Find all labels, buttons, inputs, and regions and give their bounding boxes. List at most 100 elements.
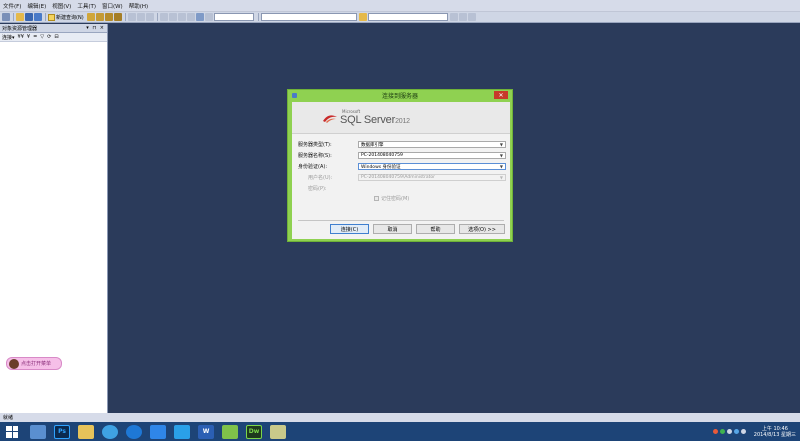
- properties-icon[interactable]: [449, 13, 458, 21]
- paste-icon[interactable]: [145, 13, 154, 21]
- navigate-forward-icon[interactable]: [186, 13, 195, 21]
- start-debug-icon[interactable]: [204, 13, 213, 21]
- toolbox-icon[interactable]: [458, 13, 467, 21]
- new-query-button[interactable]: 新建查询(N): [48, 13, 84, 21]
- file-explorer-icon[interactable]: [30, 424, 46, 439]
- auth-select[interactable]: Windows 身份验证 ▼: [358, 163, 506, 170]
- clock-date: 2014/8/13 星期三: [753, 431, 796, 438]
- connect-button[interactable]: 连接(C): [330, 224, 369, 234]
- filter-icon[interactable]: ▽: [40, 34, 44, 40]
- menu-window[interactable]: 窗口(W): [102, 2, 123, 10]
- new-project-icon[interactable]: [2, 13, 10, 21]
- navigate-back-icon[interactable]: [177, 13, 186, 21]
- tray-flag-icon[interactable]: [726, 429, 732, 434]
- redo-icon[interactable]: [168, 13, 177, 21]
- refresh-icon[interactable]: ⟳: [47, 34, 51, 40]
- save-icon[interactable]: [25, 13, 33, 21]
- toolbar-separator: [257, 13, 259, 21]
- menu-bar: 文件(F) 编辑(E) 视图(V) 工具(T) 窗口(W) 帮助(H): [0, 0, 800, 12]
- password-label: 密码(P):: [308, 186, 327, 192]
- options-button[interactable]: 选项(O) >>: [459, 224, 505, 234]
- cancel-button[interactable]: 取消: [373, 224, 412, 234]
- username-row: 用户名(U): PC-201408040759\Administrator ▼: [298, 173, 506, 182]
- dialog-body: Microsoft SQL Server2012 服务器类型(T): 数据库引擎…: [292, 102, 510, 239]
- stop-icon[interactable]: =: [33, 34, 37, 40]
- password-row: 密码(P):: [298, 184, 506, 193]
- server-name-row: 服务器名称(S): PC-201408040759 ▼: [298, 151, 506, 160]
- panel-controls[interactable]: ▾ ⊓ ×: [86, 25, 105, 31]
- copy-icon[interactable]: [136, 13, 145, 21]
- folder-icon[interactable]: [78, 424, 94, 439]
- server-name-combo[interactable]: PC-201408040759 ▼: [358, 152, 506, 159]
- open-file-icon[interactable]: [16, 13, 24, 21]
- db-query-icon[interactable]: [86, 13, 95, 21]
- product-version: 2012: [395, 118, 410, 125]
- button-divider: [298, 220, 504, 221]
- network-icon[interactable]: [733, 429, 739, 434]
- app-blue-icon[interactable]: [150, 424, 166, 439]
- product-label: SQL Server: [340, 114, 396, 126]
- chevron-down-icon: ▼: [499, 153, 503, 158]
- taskbar: Ps W Dw 上午 10:46 2014/8/13 星期三: [0, 422, 800, 441]
- settings-icon[interactable]: [222, 424, 238, 439]
- username-label: 用户名(U):: [308, 175, 333, 181]
- qq-icon[interactable]: [174, 424, 190, 439]
- remember-password-label: 记住密码(M): [381, 196, 410, 202]
- solution-config-combo[interactable]: [213, 13, 254, 21]
- tray-app-icon[interactable]: [712, 429, 718, 434]
- server-type-select[interactable]: 数据库引擎 ▼: [358, 141, 506, 148]
- tool-icon[interactable]: [270, 424, 286, 439]
- status-text: 就绪: [3, 415, 14, 421]
- word-icon[interactable]: W: [198, 424, 214, 439]
- menu-file[interactable]: 文件(F): [3, 2, 21, 10]
- auth-value: Windows 身份验证: [361, 164, 401, 170]
- remember-password-option[interactable]: 记住密码(M): [374, 195, 506, 202]
- menu-tools[interactable]: 工具(T): [77, 2, 96, 10]
- username-combo[interactable]: PC-201408040759\Administrator ▼: [358, 174, 506, 181]
- toolbar-separator: [156, 13, 158, 21]
- undo-icon[interactable]: [159, 13, 168, 21]
- connect-dropdown[interactable]: 连接▾: [2, 34, 15, 41]
- windows-start-icon[interactable]: [6, 425, 18, 438]
- volume-icon[interactable]: [740, 429, 746, 434]
- browser-icon[interactable]: [102, 424, 118, 439]
- photoshop-icon[interactable]: Ps: [54, 424, 70, 439]
- find-combo[interactable]: [260, 13, 357, 21]
- object-explorer-panel: 对象资源管理器 ▾ ⊓ × 连接▾ ¥¥ ¥ = ▽ ⟳ ⊟: [0, 24, 108, 413]
- pet-text: 点击打开菜单: [21, 361, 52, 367]
- toolbar-separator: [13, 13, 14, 21]
- system-clock[interactable]: 上午 10:46 2014/8/13 星期三: [754, 426, 796, 438]
- help-button[interactable]: 帮助: [416, 224, 455, 234]
- chevron-down-icon: ▼: [499, 175, 503, 180]
- product-name: SQL Server2012: [340, 114, 410, 126]
- mdx-query-icon[interactable]: [104, 13, 113, 21]
- object-explorer-title: 对象资源管理器: [2, 25, 38, 32]
- dialog-title: 连接到服务器: [381, 93, 418, 100]
- menu-view[interactable]: 视图(V): [52, 2, 71, 10]
- disconnect-icon[interactable]: ¥: [27, 34, 30, 40]
- sql-server-swoosh-icon: [323, 114, 337, 123]
- debug-icon[interactable]: [195, 13, 204, 21]
- find-icon[interactable]: [358, 13, 367, 21]
- search-combo[interactable]: [367, 13, 448, 21]
- auth-label: 身份验证(A):: [298, 164, 328, 170]
- server-type-row: 服务器类型(T): 数据库引擎 ▼: [298, 140, 506, 149]
- collapse-icon[interactable]: ⊟: [54, 34, 58, 40]
- object-explorer-toolbar: 连接▾ ¥¥ ¥ = ▽ ⟳ ⊟: [0, 33, 107, 42]
- close-button[interactable]: ✕: [494, 91, 508, 99]
- tray-app-icon[interactable]: [719, 429, 725, 434]
- toolbar-separator: [124, 13, 126, 21]
- save-all-icon[interactable]: [34, 13, 42, 21]
- analysis-query-icon[interactable]: [95, 13, 104, 21]
- dreamweaver-icon[interactable]: Dw: [246, 424, 262, 439]
- menu-edit[interactable]: 编辑(E): [27, 2, 46, 10]
- cut-icon[interactable]: [127, 13, 136, 21]
- menu-help[interactable]: 帮助(H): [129, 2, 148, 10]
- xmla-query-icon[interactable]: [113, 13, 122, 21]
- desktop-pet-widget[interactable]: 点击打开菜单: [6, 357, 62, 370]
- dialog-title-bar[interactable]: 连接到服务器 ✕: [288, 90, 512, 101]
- remember-password-checkbox[interactable]: [374, 196, 379, 201]
- internet-explorer-icon[interactable]: [126, 424, 142, 439]
- options-icon[interactable]: [467, 13, 476, 21]
- connect-icon[interactable]: ¥¥: [18, 34, 24, 40]
